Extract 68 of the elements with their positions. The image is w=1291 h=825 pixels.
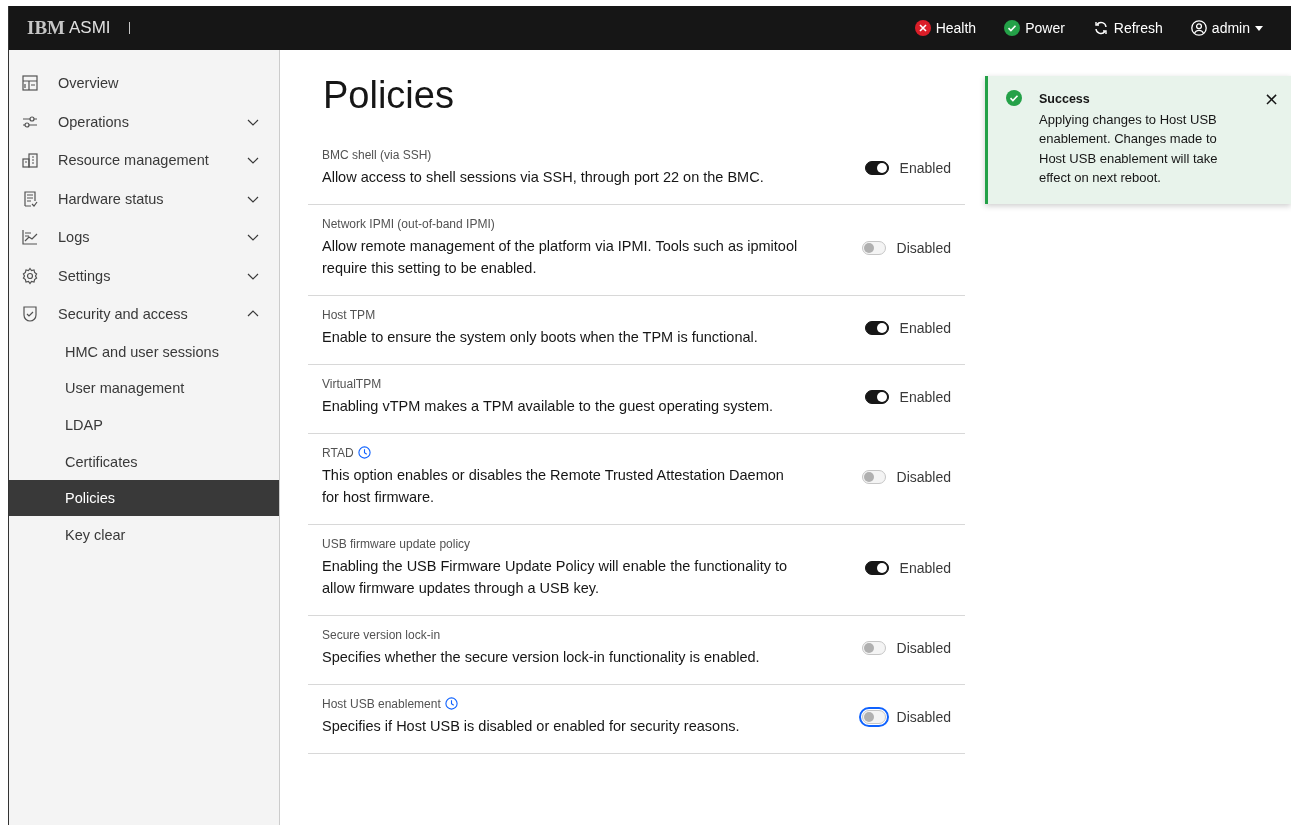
nav-subitem[interactable]: User management (9, 370, 279, 407)
policy-name: VirtualTPM (322, 376, 382, 391)
toggle-label: Enabled (899, 388, 951, 405)
policy-description: Specifies whether the secure version lock-in functionality is enabled. (322, 647, 761, 667)
nav-label: Hardware status (58, 190, 165, 207)
nav-label: Resource management (58, 152, 210, 169)
toggle-label: Disabled (896, 468, 951, 485)
policy-name: Secure version lock-in (322, 627, 441, 642)
caret-icon (1255, 25, 1263, 31)
policy-description: Enable to ensure the system only boots when the TPM is functional. (322, 327, 759, 347)
policy-description: Allow access to shell sessions via SSH, through port 22 on the BMC. (322, 167, 765, 187)
nav-item[interactable]: Overview (9, 64, 279, 103)
policy-description: This option enables or disables the Remote Trusted Attestation Daemon for host firmware. (322, 465, 785, 507)
user-menu[interactable]: admin (1176, 6, 1277, 50)
policy-name: RTAD (322, 445, 354, 460)
policy-name: BMC shell (via SSH) (322, 147, 432, 162)
toggle-label: Enabled (899, 559, 951, 576)
nav-item[interactable]: Hardware status (9, 179, 279, 218)
dashboard-icon (21, 74, 39, 93)
report-icon (21, 189, 39, 208)
toggle-switch[interactable] (864, 160, 889, 175)
building-icon (21, 151, 39, 170)
toggle-label: Enabled (899, 159, 951, 176)
policy-name: Host TPM (322, 307, 376, 322)
nav-item[interactable]: Logs (9, 218, 279, 257)
toggle-label: Disabled (896, 239, 951, 256)
notification-title: Success (1039, 91, 1091, 108)
nav-label: Operations (58, 113, 130, 130)
settings-icon (21, 266, 39, 285)
nav-subitem[interactable]: Key clear (9, 516, 279, 554)
toggle-label: Disabled (896, 708, 951, 725)
nav-label: Overview (58, 75, 120, 92)
policy-name: Network IPMI (out-of-band IPMI) (322, 216, 495, 231)
chart-icon (21, 228, 39, 247)
nav-label: Logs (58, 229, 91, 246)
user-icon (1190, 20, 1207, 36)
nav-item[interactable]: Settings (9, 256, 279, 295)
policy-description: Enabling the USB Firmware Update Policy will enable the functionality to allow firmware updates through a USB key. (322, 556, 789, 598)
policy-description: Specifies if Host USB is disabled or enabled for security reasons. (322, 716, 741, 736)
toggle-switch[interactable] (864, 320, 889, 335)
nav-label: Security and access (58, 306, 189, 323)
toggle-switch[interactable] (864, 560, 889, 575)
toggle-label: Disabled (896, 639, 951, 656)
product-name: ASMI (69, 18, 111, 38)
check-icon (1006, 90, 1022, 106)
nav-subitem[interactable]: LDAP (9, 406, 279, 444)
page-title: Policies (323, 75, 455, 117)
nav-subitem[interactable]: HMC and user sessions (9, 333, 279, 371)
refresh-button[interactable]: Refresh (1078, 6, 1177, 50)
policy-description: Enabling vTPM makes a TPM available to the guest operating system. (322, 396, 775, 416)
policy-name: Host USB enablement (322, 696, 441, 711)
status-button[interactable]: Health (900, 6, 991, 50)
refresh-icon (1092, 20, 1109, 36)
nav-subitem[interactable]: Policies (9, 479, 279, 517)
nav-item[interactable]: Security and access (9, 295, 279, 334)
nav-subitem[interactable]: Certificates (9, 443, 279, 480)
nav-label: Settings (58, 267, 112, 284)
nav-item[interactable]: Resource management (9, 141, 279, 180)
status-button[interactable]: Power (990, 6, 1079, 50)
policy-description: Allow remote management of the platform via IPMI. Tools such as ipmitool require this setting to be enabled. (322, 236, 799, 278)
close-button[interactable]: × (1263, 90, 1279, 108)
notification-message: Applying changes to Host USB enablement. Changes made to Host USB enablement will take effect on next reboot. (1039, 110, 1219, 187)
shield-icon (21, 305, 39, 324)
policy-name: USB firmware update policy (322, 536, 471, 551)
toggle-switch[interactable] (864, 389, 889, 404)
logo: IBM (27, 17, 65, 39)
toggle-label: Enabled (899, 319, 951, 336)
nav-item[interactable]: Operations (9, 102, 279, 141)
